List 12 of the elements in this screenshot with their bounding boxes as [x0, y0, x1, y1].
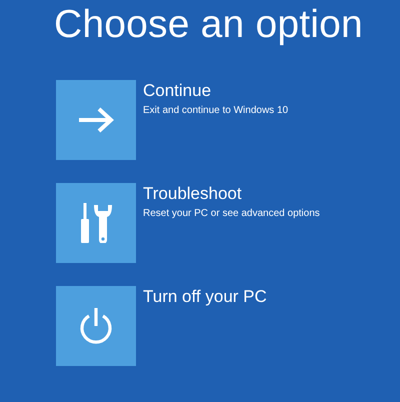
power-icon: [78, 306, 114, 346]
option-description: Exit and continue to Windows 10: [143, 105, 288, 117]
page-title: Choose an option: [54, 3, 363, 47]
option-tile[interactable]: [56, 286, 136, 366]
option-description: Reset your PC or see advanced options: [143, 208, 320, 220]
option-label[interactable]: Troubleshoot: [143, 184, 242, 204]
arrow-icon: [77, 106, 115, 134]
option-label[interactable]: Continue: [143, 81, 212, 101]
tools-icon: [80, 203, 112, 243]
option-tile[interactable]: [56, 183, 136, 263]
option-tile[interactable]: [56, 80, 136, 160]
option-label[interactable]: Turn off your PC: [143, 287, 267, 307]
